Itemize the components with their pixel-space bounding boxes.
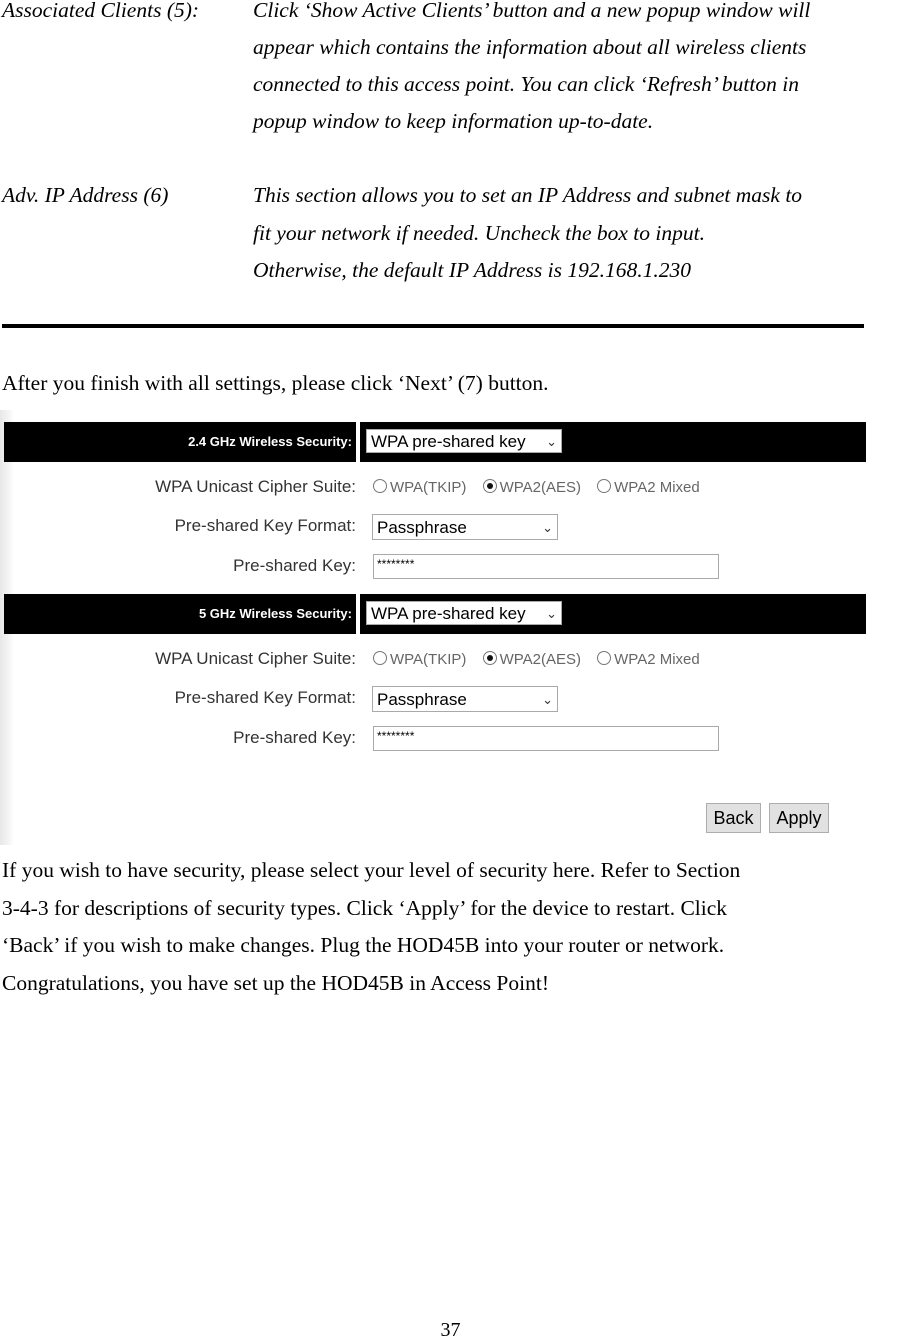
- radio-button[interactable]: [373, 479, 387, 493]
- key-format-label: Pre-shared Key Format:: [174, 688, 356, 707]
- cipher-suite-radio-group: WPA(TKIP) WPA2(AES) WPA2 Mixed: [373, 651, 712, 668]
- pre-shared-key-label: Pre-shared Key:: [233, 556, 356, 575]
- pre-shared-key-label: Pre-shared Key:: [233, 728, 356, 747]
- definition-text-line: Otherwise, the default IP Address is 192…: [253, 258, 691, 282]
- radio-button-selected[interactable]: [482, 479, 497, 493]
- radio-option-wpa2-aes[interactable]: WPA2(AES): [482, 479, 581, 496]
- band-label: 2.4 GHz Wireless Security:: [188, 434, 352, 449]
- radio-button[interactable]: [597, 651, 612, 665]
- security-mode-value: WPA pre-shared key: [371, 432, 526, 451]
- chevron-down-icon: ⌄: [546, 606, 557, 621]
- closing-paragraph-line: Congratulations, you have set up the HOD…: [2, 971, 549, 995]
- key-format-label: Pre-shared Key Format:: [174, 516, 356, 535]
- chevron-down-icon: ⌄: [542, 520, 553, 535]
- definition-text-line: This section allows you to set an IP Add…: [253, 183, 803, 207]
- apply-button[interactable]: Apply: [769, 803, 829, 833]
- intro-paragraph: After you finish with all settings, plea…: [2, 371, 549, 395]
- key-format-select[interactable]: Passphrase ⌄: [372, 514, 558, 540]
- pre-shared-key-input[interactable]: ********: [373, 726, 719, 751]
- definition-term-associated-clients: Associated Clients (5):: [2, 0, 200, 22]
- band-label: 5 GHz Wireless Security:: [198, 606, 352, 621]
- key-format-value: Passphrase: [377, 690, 467, 709]
- closing-paragraph-line: If you wish to have security, please sel…: [2, 858, 741, 882]
- definition-text-line: connected to this access point. You can …: [253, 72, 799, 96]
- cipher-suite-radio-group: WPA(TKIP) WPA2(AES) WPA2 Mixed: [373, 479, 712, 496]
- definition-text-line: Click ‘Show Active Clients’ button and a…: [253, 0, 811, 22]
- wireless-security-screenshot: 2.4 GHz Wireless Security: WPA pre-share…: [0, 410, 870, 845]
- closing-paragraph-line: 3-4-3 for descriptions of security types…: [2, 896, 728, 920]
- cipher-suite-label: WPA Unicast Cipher Suite:: [155, 477, 356, 496]
- definition-text-line: appear which contains the information ab…: [253, 35, 807, 59]
- security-mode-value: WPA pre-shared key: [371, 604, 526, 623]
- radio-option-wpa-tkip[interactable]: WPA(TKIP): [373, 479, 466, 496]
- radio-option-wpa2-mixed[interactable]: WPA2 Mixed: [597, 479, 700, 496]
- security-mode-select[interactable]: WPA pre-shared key ⌄: [366, 601, 562, 625]
- back-button[interactable]: Back: [706, 803, 761, 833]
- chevron-down-icon: ⌄: [546, 434, 557, 449]
- definition-text-line: popup window to keep information up-to-d…: [253, 109, 654, 133]
- band-header-2-4ghz: 2.4 GHz Wireless Security: WPA pre-share…: [4, 422, 866, 462]
- radio-button-selected[interactable]: [482, 651, 497, 665]
- key-format-select[interactable]: Passphrase ⌄: [372, 686, 558, 712]
- pre-shared-key-input[interactable]: ********: [373, 554, 719, 579]
- band-header-5ghz: 5 GHz Wireless Security: WPA pre-shared …: [4, 594, 866, 634]
- page-number: 37: [440, 1319, 461, 1341]
- security-mode-select[interactable]: WPA pre-shared key ⌄: [366, 429, 562, 453]
- radio-option-wpa2-aes[interactable]: WPA2(AES): [482, 651, 581, 668]
- definition-term-adv-ip-address: Adv. IP Address (6): [2, 183, 169, 207]
- radio-option-wpa2-mixed[interactable]: WPA2 Mixed: [597, 651, 700, 668]
- definition-text-line: fit your network if needed. Uncheck the …: [253, 221, 705, 245]
- radio-button[interactable]: [597, 479, 612, 493]
- radio-option-wpa-tkip[interactable]: WPA(TKIP): [373, 651, 466, 668]
- chevron-down-icon: ⌄: [542, 692, 553, 707]
- radio-button[interactable]: [373, 651, 387, 665]
- closing-paragraph-line: ‘Back’ if you wish to make changes. Plug…: [2, 933, 725, 957]
- cipher-suite-label: WPA Unicast Cipher Suite:: [155, 649, 356, 668]
- horizontal-divider: [2, 324, 864, 328]
- key-format-value: Passphrase: [377, 518, 467, 537]
